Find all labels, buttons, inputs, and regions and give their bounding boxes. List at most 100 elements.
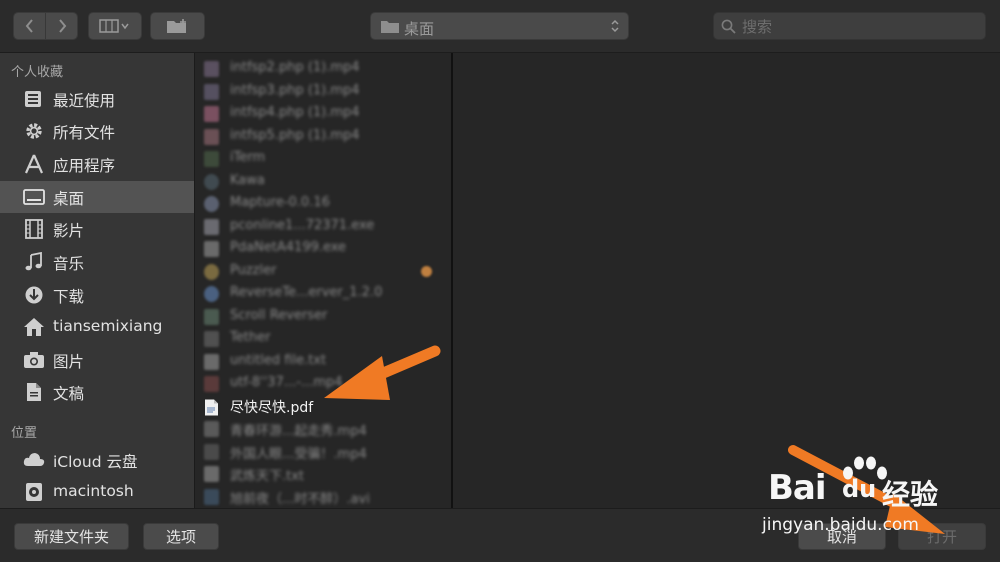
sidebar-item-label: 下载 xyxy=(53,288,85,306)
app-icon xyxy=(204,174,219,190)
disk-icon xyxy=(26,483,42,501)
sidebar-item-label: 图片 xyxy=(53,353,85,371)
file-name: untitled file.txt xyxy=(230,353,327,368)
list-item[interactable]: Kawa xyxy=(195,171,451,193)
file-name: utf-8''37...-...mp4 xyxy=(230,375,343,390)
forward-button[interactable] xyxy=(45,13,77,39)
list-item[interactable]: pconline1...72371.exe xyxy=(195,216,451,238)
cancel-button[interactable]: 取消 xyxy=(798,523,886,550)
sidebar-item-desktop[interactable]: 桌面 xyxy=(0,181,194,213)
sidebar-item-label: tiansemixiang xyxy=(53,317,163,335)
sidebar-item-label: 应用程序 xyxy=(53,157,116,175)
list-item[interactable]: untitled file.txt xyxy=(195,351,451,373)
sidebar-item-applications[interactable]: 应用程序 xyxy=(0,148,194,180)
applications-icon xyxy=(24,154,44,174)
app-icon xyxy=(204,151,219,167)
exe-file-icon xyxy=(204,241,219,257)
list-item[interactable]: intfsp4.php (1).mp4 xyxy=(195,103,451,125)
sidebar-item-all-files[interactable]: 所有文件 xyxy=(0,115,194,147)
camera-icon xyxy=(24,352,44,368)
file-name: Puzzler xyxy=(230,263,277,278)
list-item[interactable]: Scroll Reverser xyxy=(195,306,451,328)
list-item[interactable]: Puzzler xyxy=(195,261,451,283)
list-item[interactable]: intfsp5.php (1).mp4 xyxy=(195,126,451,148)
options-button[interactable]: 选项 xyxy=(143,523,219,550)
column-view-icon xyxy=(99,19,129,33)
video-file-icon xyxy=(204,376,219,392)
file-name: 旭前夜（...时不醉）.avi xyxy=(230,492,370,507)
file-name: Tether xyxy=(230,330,271,345)
pdf-file-icon xyxy=(205,399,218,416)
folder-icon xyxy=(381,21,399,33)
list-item[interactable]: 旭前夜（...时不醉）.avi xyxy=(195,486,451,508)
list-item[interactable]: ReverseTe...erver_1.2.0 xyxy=(195,283,451,305)
list-item[interactable]: PdaNetA4199.exe xyxy=(195,238,451,260)
file-column: intfsp2.php (1).mp4 intfsp3.php (1).mp4 … xyxy=(195,53,451,508)
list-item[interactable]: Tether xyxy=(195,328,451,350)
tag-dot-icon xyxy=(421,266,432,277)
home-icon xyxy=(24,318,44,336)
sidebar-item-recents[interactable]: 最近使用 xyxy=(0,83,194,115)
search-input[interactable] xyxy=(740,16,974,38)
app-icon xyxy=(204,331,219,347)
file-name: Scroll Reverser xyxy=(230,308,328,323)
back-button[interactable] xyxy=(14,13,45,39)
folder-plus-icon xyxy=(166,19,186,33)
open-button[interactable]: 打开 xyxy=(898,523,986,550)
film-icon xyxy=(25,219,43,239)
sidebar-item-pictures[interactable]: 图片 xyxy=(0,344,194,376)
list-item[interactable]: iTerm xyxy=(195,148,451,170)
search-field[interactable] xyxy=(713,12,986,40)
locations-header: 位置 xyxy=(11,426,38,441)
sidebar: 个人收藏 最近使用 所有文件 应用程序 桌面 影片 音乐 下载 tiansemi… xyxy=(0,53,194,508)
text-file-icon xyxy=(204,466,219,482)
sidebar-item-documents[interactable]: 文稿 xyxy=(0,376,194,408)
file-name: 外国人眼...受骗！.mp4 xyxy=(230,447,367,462)
sidebar-item-label: 最近使用 xyxy=(53,92,116,110)
list-item[interactable]: 武炼天下.txt xyxy=(195,463,451,485)
location-popup[interactable]: 桌面 xyxy=(370,12,629,40)
sidebar-item-icloud[interactable]: iCloud 云盘 xyxy=(0,444,194,476)
file-name: intfsp4.php (1).mp4 xyxy=(230,105,360,120)
sidebar-item-label: macintosh xyxy=(53,482,134,500)
list-item[interactable]: intfsp3.php (1).mp4 xyxy=(195,81,451,103)
sidebar-item-downloads[interactable]: 下载 xyxy=(0,279,194,311)
file-name: 青春环游...起走秀.mp4 xyxy=(230,424,367,439)
list-item[interactable]: 青春环游...起走秀.mp4 xyxy=(195,418,451,440)
sidebar-item-music[interactable]: 音乐 xyxy=(0,246,194,278)
sidebar-item-label: 音乐 xyxy=(53,255,85,273)
list-item-pdf[interactable]: 尽快尽快.pdf xyxy=(195,396,451,418)
favorites-header: 个人收藏 xyxy=(11,65,64,80)
list-item[interactable]: intfsp2.php (1).mp4 xyxy=(195,58,451,80)
sidebar-item-macintosh[interactable]: macintosh xyxy=(0,476,194,508)
file-name: iTerm xyxy=(230,150,266,165)
list-item[interactable]: 外国人眼...受骗！.mp4 xyxy=(195,441,451,463)
bottom-bar: 新建文件夹 选项 取消 打开 xyxy=(0,508,1000,562)
list-item[interactable]: utf-8''37...-...mp4 xyxy=(195,373,451,395)
list-item[interactable]: Mapture-0.0.16 xyxy=(195,193,451,215)
sidebar-item-movies[interactable]: 影片 xyxy=(0,213,194,245)
video-file-icon xyxy=(204,444,219,460)
app-icon xyxy=(204,309,219,325)
updown-chevron-icon xyxy=(611,19,619,33)
video-file-icon xyxy=(204,421,219,437)
view-mode-button[interactable] xyxy=(88,12,142,40)
app-icon xyxy=(204,264,219,280)
file-name: intfsp5.php (1).mp4 xyxy=(230,128,360,143)
text-file-icon xyxy=(204,354,219,370)
sidebar-item-home[interactable]: tiansemixiang xyxy=(0,311,194,343)
exe-file-icon xyxy=(204,219,219,235)
sidebar-item-label: iCloud 云盘 xyxy=(53,453,138,471)
search-icon xyxy=(721,19,736,34)
file-name: PdaNetA4199.exe xyxy=(230,240,347,255)
desktop-icon xyxy=(23,189,45,205)
preview-pane xyxy=(453,53,1000,508)
video-file-icon xyxy=(204,106,219,122)
file-name: Mapture-0.0.16 xyxy=(230,195,330,210)
file-name: ReverseTe...erver_1.2.0 xyxy=(230,285,383,300)
sidebar-item-label: 桌面 xyxy=(53,190,85,208)
video-file-icon xyxy=(204,84,219,100)
music-note-icon xyxy=(25,252,42,271)
new-folder-button[interactable]: 新建文件夹 xyxy=(14,523,129,550)
new-folder-toolbar-button[interactable] xyxy=(150,12,205,40)
